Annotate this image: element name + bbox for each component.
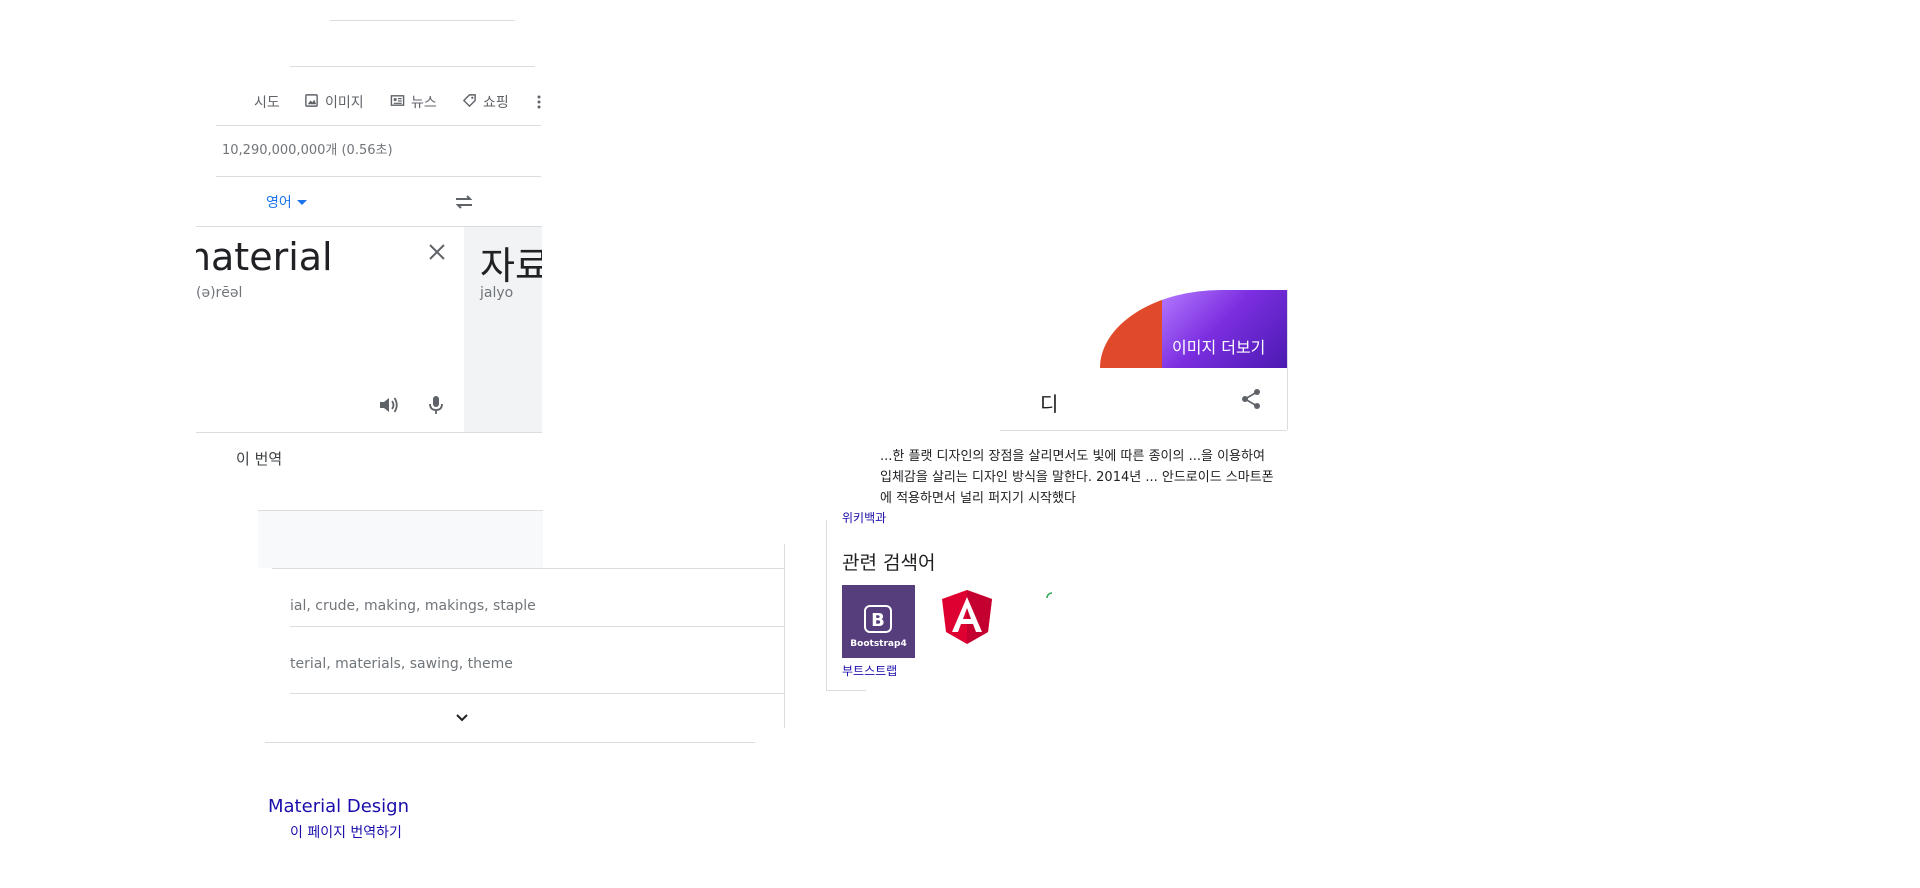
divider xyxy=(265,742,755,743)
source-language-select[interactable]: 영어 xyxy=(266,192,308,212)
tab-shopping[interactable]: 쇼핑 xyxy=(462,92,509,112)
tab-label: 쇼핑 xyxy=(483,95,509,111)
definition-synonyms: ial, crude, making, makings, staple xyxy=(290,598,536,614)
bootstrap-logo-text: Bootstrap4 xyxy=(850,639,907,649)
target-text: 자료 xyxy=(480,244,542,288)
divider xyxy=(258,510,543,511)
tab-label: 뉴스 xyxy=(411,95,437,111)
divider xyxy=(290,693,784,694)
microphone-icon[interactable] xyxy=(428,394,444,420)
source-text: material xyxy=(196,235,333,279)
divider xyxy=(290,66,535,67)
tab-video[interactable]: 시도 xyxy=(254,92,280,112)
translate-page-link[interactable]: 이 페이지 번역하기 xyxy=(290,822,402,842)
knowledge-panel-title: 디 xyxy=(1040,392,1059,416)
divider xyxy=(216,125,541,126)
definition-synonyms: terial, materials, sawing, theme xyxy=(290,656,513,672)
result-stats: 10,290,000,000개 (0.56초) xyxy=(222,143,393,158)
wikipedia-source-link[interactable]: 위키백과 xyxy=(842,509,886,526)
divider xyxy=(1000,430,1287,431)
swap-languages-button[interactable] xyxy=(452,190,476,218)
news-icon xyxy=(390,93,405,112)
angular-logo-icon xyxy=(938,590,996,650)
target-romanization: jalyo xyxy=(480,285,514,301)
open-in-translate-link[interactable]: 이 번역 xyxy=(236,448,282,469)
divider xyxy=(216,176,541,177)
tab-label: 시도 xyxy=(254,95,280,111)
close-icon[interactable] xyxy=(428,243,446,265)
divider xyxy=(1287,290,1288,430)
source-phonetic: (ə)rēəl xyxy=(196,285,243,301)
chevron-down-icon xyxy=(296,194,308,210)
divider xyxy=(826,690,866,691)
tab-label: 이미지 xyxy=(325,95,364,111)
loading-spinner-icon xyxy=(1045,590,1059,609)
source-text-panel[interactable]: material (ə)rēəl xyxy=(196,227,464,432)
source-language-label: 영어 xyxy=(266,195,292,211)
image-icon xyxy=(304,93,319,112)
tab-news[interactable]: 뉴스 xyxy=(390,92,437,112)
tag-icon xyxy=(462,93,477,112)
divider xyxy=(330,20,515,21)
share-icon[interactable] xyxy=(1240,388,1262,414)
related-searches-heading: 관련 검색어 xyxy=(842,552,936,574)
more-vert-icon[interactable] xyxy=(536,94,542,114)
knowledge-panel-description: ...한 플랫 디자인의 장점을 살리면서도 빛에 따른 종이의 ...을 이용… xyxy=(880,449,1274,506)
target-text-panel: 자료 jalyo xyxy=(464,227,542,432)
bootstrap-logo: B xyxy=(864,605,892,633)
divider xyxy=(826,520,827,690)
image-thumb xyxy=(1100,290,1162,368)
divider xyxy=(272,568,784,569)
related-angular-image[interactable] xyxy=(938,588,996,650)
result-title-link[interactable]: Material Design xyxy=(268,796,409,817)
speaker-icon[interactable] xyxy=(378,395,400,419)
divider xyxy=(784,544,785,728)
related-bootstrap-image[interactable]: B Bootstrap4 xyxy=(842,585,915,658)
more-images-link[interactable]: 이미지 더보기 xyxy=(1172,334,1265,358)
chevron-down-icon xyxy=(455,708,469,727)
swap-icon xyxy=(452,195,476,218)
related-bootstrap-label[interactable]: 부트스트랩 xyxy=(842,662,897,679)
expand-button[interactable] xyxy=(455,708,469,727)
divider xyxy=(196,432,542,433)
grey-band xyxy=(258,510,543,568)
tab-images[interactable]: 이미지 xyxy=(304,92,364,112)
divider xyxy=(290,626,784,627)
